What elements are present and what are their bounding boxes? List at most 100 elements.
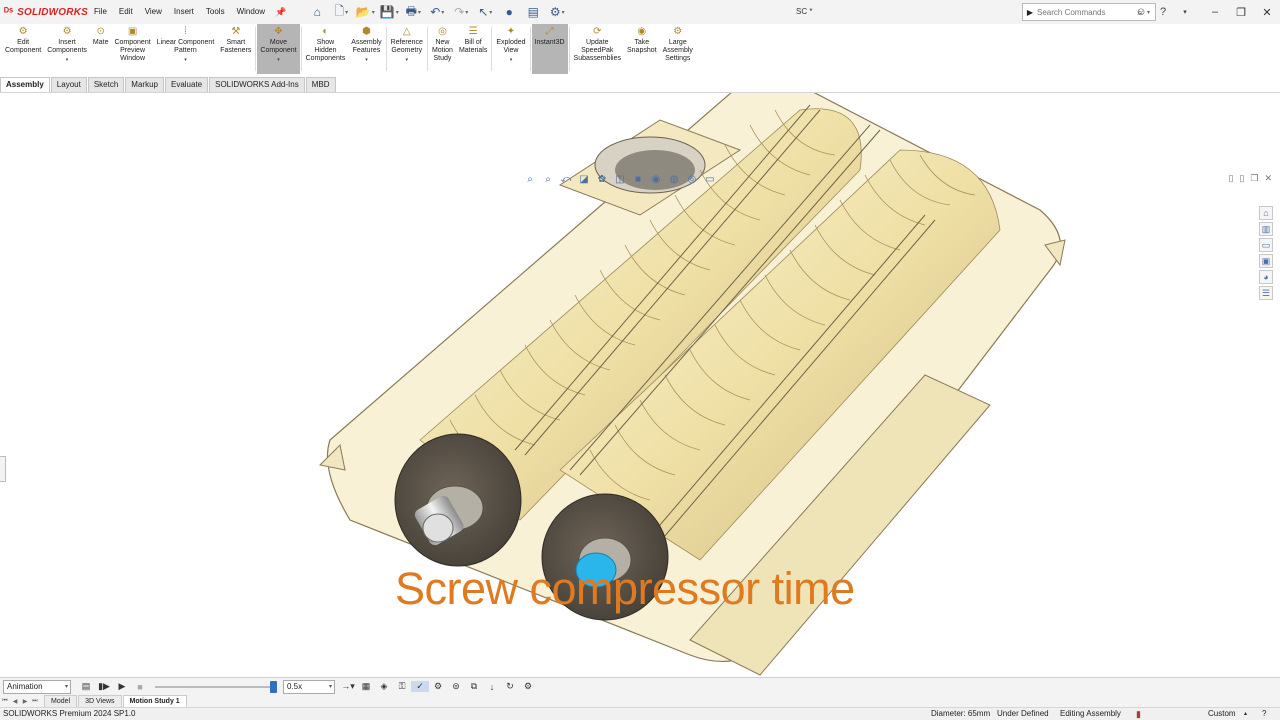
add-key-icon[interactable]: ✓ <box>411 681 429 692</box>
mate-button[interactable]: ⊙ Mate <box>90 24 112 74</box>
open-icon[interactable]: 📂 ▾ <box>354 3 376 21</box>
menu-file[interactable]: File <box>88 0 113 24</box>
view-orientation-icon[interactable]: ◫ <box>612 173 628 187</box>
split-icon[interactable]: ▯ <box>1239 173 1244 184</box>
motion-study-properties-icon[interactable]: ⚙ <box>519 681 537 692</box>
calculate-icon[interactable]: ▤ <box>77 681 95 692</box>
apply-scene-icon[interactable]: ◎ <box>684 173 700 187</box>
playback-slider[interactable] <box>155 680 277 694</box>
display-style-icon[interactable]: ■ <box>630 173 646 187</box>
reference-geometry-button[interactable]: △ Reference Geometry ▾ <box>388 24 426 74</box>
instant3d-button[interactable]: ⤢ Instant3D <box>531 24 568 74</box>
select-icon[interactable]: ↖ ▾ <box>474 3 496 21</box>
insert-components-button[interactable]: ⚙ Insert Components ▾ <box>44 24 90 74</box>
rebuild-icon[interactable]: ● <box>498 3 520 21</box>
pin-icon[interactable]: 📌 <box>271 0 290 24</box>
solidworks-logo[interactable]: ᴰˢ SOLIDWORKS <box>0 6 88 18</box>
linear-pattern-button[interactable]: ⁞ Linear Component Pattern ▾ <box>154 24 218 74</box>
undo-icon[interactable]: ↶ ▾ <box>426 3 448 21</box>
help-icon[interactable]: ? <box>1152 6 1174 18</box>
doc-tab-3d-views[interactable]: 3D Views <box>78 694 122 708</box>
print-icon[interactable]: 🖶 ▾ <box>402 3 424 21</box>
results-icon[interactable]: ↻ <box>501 681 519 692</box>
study-type-select[interactable]: Animation ▾ <box>3 679 71 694</box>
show-hidden-button[interactable]: ◐ Show Hidden Components <box>303 24 349 74</box>
user-icon[interactable]: ☺ <box>1130 6 1152 18</box>
tab-mbd[interactable]: MBD <box>305 77 336 92</box>
animation-wizard-icon[interactable]: ◈ <box>375 681 393 692</box>
custom-properties-icon[interactable]: ☰ <box>1259 286 1273 300</box>
doc-tab-model[interactable]: Model <box>44 694 78 708</box>
prev-tab-icon[interactable]: ◀ <box>10 698 20 705</box>
options-icon[interactable]: ⚙ ▾ <box>546 3 568 21</box>
autokey-icon[interactable]: ⚿ <box>393 681 411 692</box>
move-component-button[interactable]: ✥ Move Component ▾ <box>257 24 300 74</box>
tab-markup[interactable]: Markup <box>125 77 164 92</box>
save-icon[interactable]: 💾 ▾ <box>378 3 400 21</box>
large-assembly-button[interactable]: ⚙ Large Assembly Settings <box>660 24 696 74</box>
edit-component-button[interactable]: ⚙ Edit Component <box>2 24 44 74</box>
chevron-down-icon[interactable]: ▾ <box>365 56 368 64</box>
contact-icon[interactable]: ⧉ <box>465 681 483 692</box>
save-animation-icon[interactable]: ▦ <box>357 681 375 692</box>
playback-mode-icon[interactable]: →▾ <box>339 681 357 692</box>
menu-edit[interactable]: Edit <box>113 0 139 24</box>
edit-appearance-icon[interactable]: ◍ <box>666 173 682 187</box>
assembly-features-button[interactable]: ⬢ Assembly Features ▾ <box>348 24 384 74</box>
tab-solidworks-add-ins[interactable]: SOLIDWORKS Add-Ins <box>209 77 305 92</box>
chevron-down-icon[interactable]: ▾ <box>184 56 187 64</box>
unit-system[interactable]: Custom <box>1208 708 1236 720</box>
doc-tab-motion-study-1[interactable]: Motion Study 1 <box>122 694 187 708</box>
view-palette-icon[interactable]: ▣ <box>1259 254 1273 268</box>
section-view-icon[interactable]: ◪ <box>576 173 592 187</box>
tab-assembly[interactable]: Assembly <box>0 77 50 92</box>
restore-icon[interactable]: ❐ <box>1228 6 1254 19</box>
slider-thumb[interactable] <box>270 680 277 693</box>
hide-show-items-icon[interactable]: ◉ <box>648 173 664 187</box>
zoom-to-fit-icon[interactable]: ⌕ <box>522 173 538 187</box>
home-icon[interactable]: ⌂ <box>306 3 328 21</box>
previous-view-icon[interactable]: ⤺ <box>558 173 574 187</box>
close-icon[interactable]: ✕ <box>1254 6 1280 19</box>
feature-manager-collapse-handle[interactable] <box>0 456 6 482</box>
appearances-icon[interactable]: ◕ <box>1259 270 1273 284</box>
tab-layout[interactable]: Layout <box>50 77 87 92</box>
last-tab-icon[interactable]: ⏭ <box>30 698 40 705</box>
units-dropdown-icon[interactable]: ▴ <box>1244 708 1247 720</box>
chevron-down-icon[interactable]: ▾ <box>510 56 513 64</box>
next-tab-icon[interactable]: ▶ <box>20 698 30 705</box>
resources-icon[interactable]: ⌂ <box>1259 206 1273 220</box>
new-document-icon[interactable]: 🗋 ▾ <box>330 3 352 21</box>
menu-tools[interactable]: Tools <box>200 0 231 24</box>
snapshot-button[interactable]: ◉ Take Snapshot <box>624 24 660 74</box>
motor-icon[interactable]: ⚙ <box>429 681 447 692</box>
file-explorer-icon[interactable]: ▭ <box>1259 238 1273 252</box>
play-from-start-icon[interactable]: ▮▶ <box>95 681 113 692</box>
tile-icon[interactable]: ▯ <box>1228 173 1233 184</box>
chevron-down-icon[interactable]: ▾ <box>406 56 409 64</box>
help-dropdown-icon[interactable]: ▾ <box>1174 8 1196 16</box>
first-tab-icon[interactable]: ⏮ <box>0 698 10 705</box>
bom-button[interactable]: ☰ Bill of Materials <box>456 24 490 74</box>
stop-icon[interactable]: ■ <box>131 682 149 692</box>
play-icon[interactable]: ▶ <box>113 681 131 692</box>
rebuild-status-icon[interactable]: ▮ <box>1136 708 1141 720</box>
spring-icon[interactable]: ⊜ <box>447 681 465 692</box>
playback-speed-select[interactable]: 0.5x ▾ <box>283 679 335 694</box>
vp-close-icon[interactable]: ✕ <box>1264 173 1272 184</box>
speedpak-button[interactable]: ⟳ Update SpeedPak Subassemblies <box>571 24 624 74</box>
menu-insert[interactable]: Insert <box>168 0 200 24</box>
menu-window[interactable]: Window <box>231 0 271 24</box>
dynamic-annotation-icon[interactable]: ✿ <box>594 173 610 187</box>
redo-icon[interactable]: ↷ ▾ <box>450 3 472 21</box>
view-settings-icon[interactable]: ▭ <box>702 173 718 187</box>
preview-window-button[interactable]: ▣ Component Preview Window <box>111 24 153 74</box>
minimize-icon[interactable]: – <box>1202 6 1228 19</box>
tab-sketch[interactable]: Sketch <box>87 77 125 92</box>
motion-study-button[interactable]: ◎ New Motion Study <box>429 24 456 74</box>
chevron-down-icon[interactable]: ▾ <box>277 56 280 64</box>
exploded-view-button[interactable]: ✦ Exploded View ▾ <box>493 24 528 74</box>
design-library-icon[interactable]: ▥ <box>1259 222 1273 236</box>
smart-fasteners-button[interactable]: ⚒ Smart Fasteners <box>217 24 254 74</box>
tab-evaluate[interactable]: Evaluate <box>164 77 209 92</box>
